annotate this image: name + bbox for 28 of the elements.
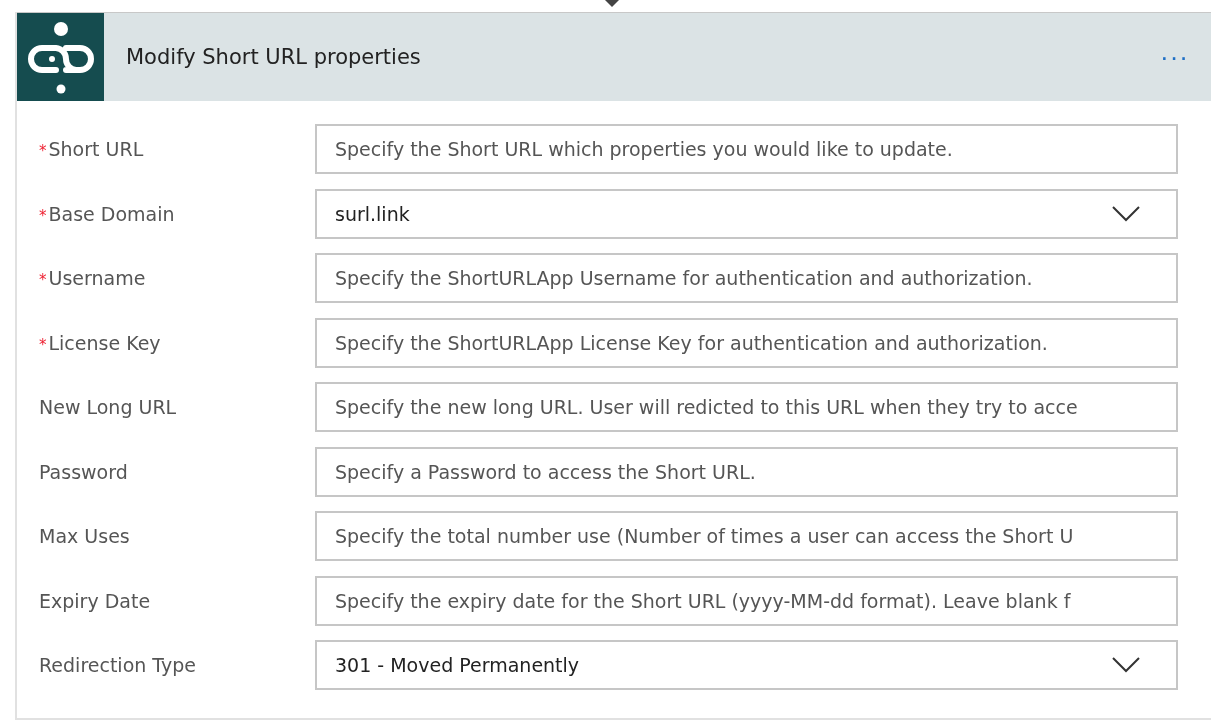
- input-field[interactable]: Specify the expiry date for the Short URL (yyyy-MM-dd format). Leave blank f: [315, 575, 1178, 626]
- field-label: Short URL: [48, 138, 144, 161]
- field-label: Max Uses: [39, 525, 130, 548]
- field-label: Username: [48, 267, 146, 290]
- field-label: Base Domain: [48, 202, 175, 225]
- link-icon: [17, 13, 104, 101]
- input-field[interactable]: Specify the total number use (Number of times a user can access the Short U: [315, 511, 1178, 562]
- input-field[interactable]: Specify the Short URL which properties you would like to update.: [315, 124, 1178, 175]
- dropdown-field[interactable]: surl.link: [315, 188, 1178, 239]
- input-field[interactable]: Specify the ShortURLApp License Key for authentication and authorization.: [315, 317, 1178, 368]
- arrow-icon: [605, 0, 619, 8]
- required-mark: *: [39, 335, 47, 354]
- input-field[interactable]: Specify the new long URL. User will redicted to this URL when they try to acce: [315, 382, 1178, 433]
- chevron-down-icon: [1112, 657, 1140, 674]
- field-label: New Long URL: [39, 396, 177, 419]
- input-field[interactable]: Specify a Password to access the Short URL.: [315, 446, 1178, 497]
- input-field[interactable]: Specify the ShortURLApp Username for authentication and authorization.: [315, 253, 1178, 304]
- field-label: Redirection Type: [39, 654, 196, 677]
- required-mark: *: [39, 271, 47, 290]
- required-mark: *: [39, 206, 47, 225]
- more-options-button[interactable]: ···: [1158, 44, 1191, 70]
- dropdown-field[interactable]: 301 - Moved Permanently: [315, 640, 1178, 691]
- field-label: Expiry Date: [39, 589, 151, 612]
- field-label: Password: [39, 460, 128, 483]
- required-mark: *: [39, 142, 47, 161]
- card-title: Modify Short URL properties: [126, 45, 422, 69]
- chevron-down-icon: [1112, 205, 1140, 222]
- field-label: License Key: [48, 331, 161, 354]
